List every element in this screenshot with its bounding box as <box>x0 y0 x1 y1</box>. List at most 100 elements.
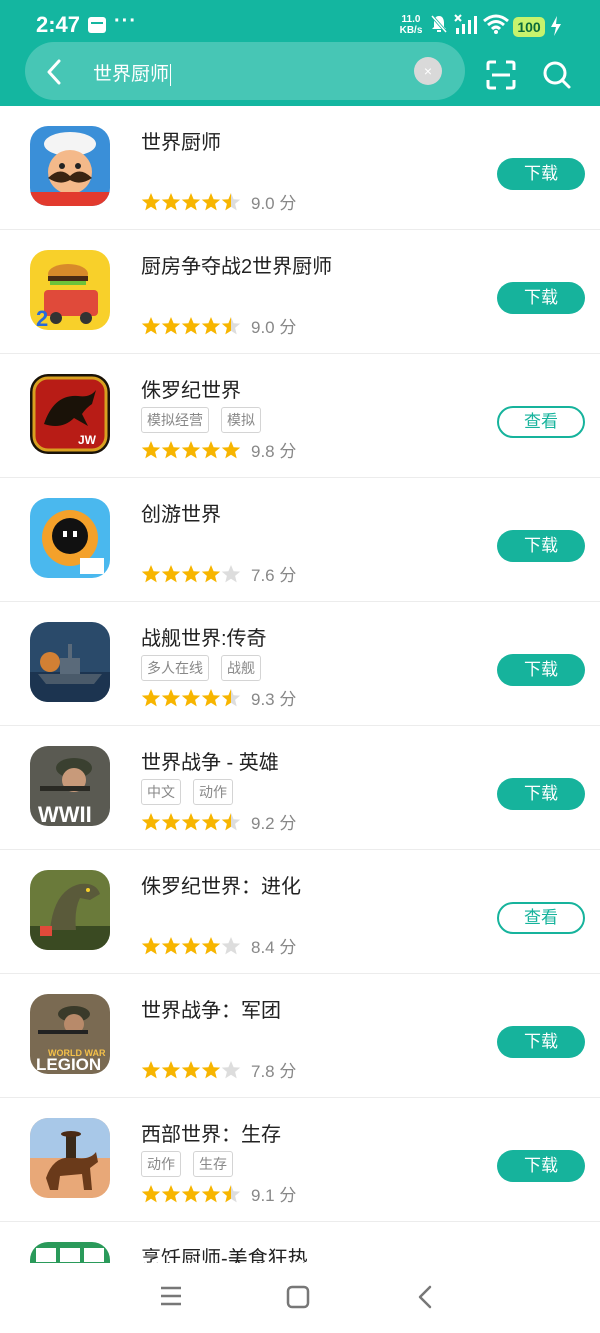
battery-indicator: 100 <box>513 17 545 37</box>
network-speed: 11.0 KB/s <box>396 14 426 36</box>
world-war-legion-icon: WORLD WAR LEGION <box>30 994 110 1074</box>
search-input[interactable]: 世界厨师 <box>93 59 171 86</box>
view-button[interactable]: 查看 <box>497 902 585 934</box>
app-name: 西部世界：生存 <box>141 1124 281 1146</box>
scan-icon[interactable] <box>486 60 516 90</box>
download-button[interactable]: 下载 <box>497 282 585 314</box>
list-item[interactable]: WORLD WAR LEGION 世界战争：军团 7.8 分 下载 <box>0 974 600 1098</box>
app-rating: 9.2 分 <box>141 809 297 833</box>
svg-text:LEGION: LEGION <box>36 1055 101 1074</box>
star-icon <box>161 316 181 334</box>
star-rating-icons <box>141 192 241 210</box>
notification-app-icon <box>88 17 106 33</box>
app-tag: 模拟 <box>221 407 261 433</box>
signal-icon <box>454 14 477 34</box>
star-icon <box>221 564 241 582</box>
app-tags: 模拟经营 模拟 <box>141 407 273 433</box>
star-rating-icons <box>141 688 241 706</box>
star-icon <box>181 1060 201 1078</box>
download-button[interactable]: 下载 <box>497 654 585 686</box>
network-speed-unit: KB/s <box>399 25 423 36</box>
menu-icon[interactable] <box>160 1285 182 1307</box>
star-icon <box>201 440 221 458</box>
app-score: 8.4 分 <box>251 938 297 957</box>
back-icon[interactable] <box>416 1285 436 1309</box>
star-icon <box>201 1184 221 1202</box>
star-rating-icons <box>141 1060 241 1078</box>
app-score: 9.0 分 <box>251 318 297 337</box>
cowboy-horse-icon <box>30 1118 110 1198</box>
app-name: 侏罗纪世界 <box>141 380 241 402</box>
search-icon[interactable] <box>542 60 572 90</box>
app-rating: 8.4 分 <box>141 933 297 957</box>
download-button[interactable]: 下载 <box>497 778 585 810</box>
app-score: 7.8 分 <box>251 1062 297 1081</box>
star-icon <box>221 1060 241 1078</box>
star-icon <box>201 812 221 830</box>
star-rating-icons <box>141 936 241 954</box>
star-rating-icons <box>141 316 241 334</box>
list-item[interactable]: WWII 世界战争 - 英雄 中文 动作 9.2 分 下载 <box>0 726 600 850</box>
app-tag: 生存 <box>193 1151 233 1177</box>
star-icon <box>221 688 241 706</box>
app-tags: 中文 动作 <box>141 779 245 805</box>
app-tags: 动作 生存 <box>141 1151 245 1177</box>
black-blob-character-icon <box>30 498 110 578</box>
download-button[interactable]: 下载 <box>497 1150 585 1182</box>
svg-text:WWII: WWII <box>38 802 92 826</box>
list-item[interactable]: JW 侏罗纪世界 模拟经营 模拟 9.8 分 查看 <box>0 354 600 478</box>
star-icon <box>221 1184 241 1202</box>
app-rating: 7.6 分 <box>141 561 297 585</box>
star-rating-icons <box>141 1184 241 1202</box>
list-item[interactable]: 世界厨师 9.0 分 下载 <box>0 106 600 230</box>
list-item[interactable]: 侏罗纪世界：进化 8.4 分 查看 <box>0 850 600 974</box>
star-icon <box>161 812 181 830</box>
search-bar[interactable]: 世界厨师 × <box>25 42 465 100</box>
app-score: 9.2 分 <box>251 814 297 833</box>
star-icon <box>181 316 201 334</box>
list-item[interactable]: 2 厨房争夺战2世界厨师 9.0 分 下载 <box>0 230 600 354</box>
app-score: 9.8 分 <box>251 442 297 461</box>
star-icon <box>141 688 161 706</box>
list-item[interactable]: 战舰世界:传奇 多人在线 战舰 9.3 分 下载 <box>0 602 600 726</box>
star-icon <box>141 812 161 830</box>
app-tag: 战舰 <box>221 655 261 681</box>
download-button[interactable]: 下载 <box>497 1026 585 1058</box>
star-icon <box>221 192 241 210</box>
clear-search-button[interactable]: × <box>414 57 442 85</box>
app-tag: 动作 <box>141 1151 181 1177</box>
charging-bolt-icon <box>551 16 561 36</box>
star-icon <box>181 688 201 706</box>
star-icon <box>221 936 241 954</box>
download-button[interactable]: 下载 <box>497 530 585 562</box>
star-icon <box>181 440 201 458</box>
download-button[interactable]: 下载 <box>497 158 585 190</box>
star-icon <box>181 192 201 210</box>
app-rating: 9.0 分 <box>141 313 297 337</box>
star-rating-icons <box>141 812 241 830</box>
list-item[interactable]: 西部世界：生存动作 生存 9.1 分 下载 <box>0 1098 600 1222</box>
home-icon[interactable] <box>286 1285 310 1309</box>
list-item[interactable]: 创游世界 7.6 分 下载 <box>0 478 600 602</box>
back-arrow-icon[interactable] <box>45 59 65 85</box>
system-nav-bar <box>0 1263 600 1333</box>
app-name: 创游世界 <box>141 504 221 526</box>
app-name: 世界战争：军团 <box>141 1000 281 1022</box>
network-speed-value: 11.0 <box>401 14 421 25</box>
wifi-icon <box>483 14 509 34</box>
star-icon <box>141 440 161 458</box>
star-icon <box>141 564 161 582</box>
list-item[interactable]: 烹饪厨师-美食狂热 <box>0 1222 600 1263</box>
star-icon <box>181 936 201 954</box>
star-icon <box>201 688 221 706</box>
app-tag: 动作 <box>193 779 233 805</box>
app-score: 9.3 分 <box>251 690 297 709</box>
app-name: 战舰世界:传奇 <box>141 628 267 650</box>
app-score: 9.0 分 <box>251 194 297 213</box>
star-icon <box>221 316 241 334</box>
star-icon <box>201 1060 221 1078</box>
view-button[interactable]: 查看 <box>497 406 585 438</box>
app-name: 世界厨师 <box>141 132 221 154</box>
app-score: 9.1 分 <box>251 1186 297 1205</box>
app-score: 7.6 分 <box>251 566 297 585</box>
